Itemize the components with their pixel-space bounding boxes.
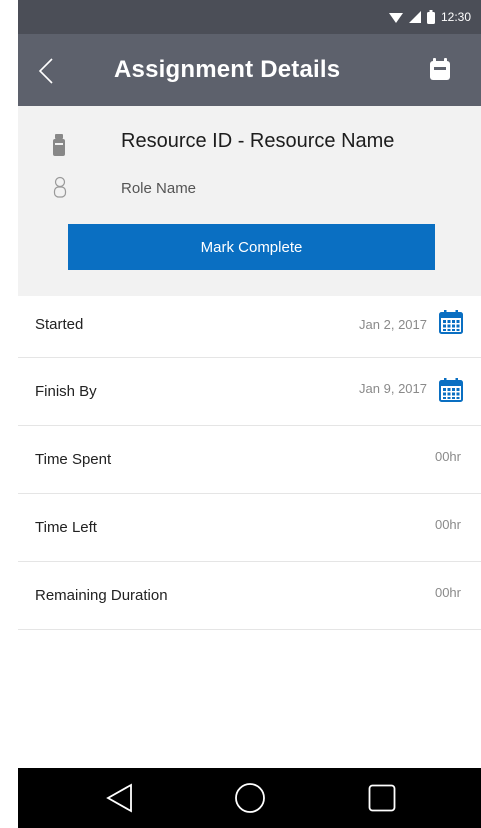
resource-name: Resource ID - Resource Name [121, 130, 395, 152]
signal-icon [408, 11, 421, 23]
chevron-left-icon[interactable] [32, 54, 62, 88]
nav-back-icon[interactable] [106, 783, 134, 813]
field-label: Time Left [35, 519, 97, 536]
status-bar: 12:30 [18, 0, 481, 34]
nav-home-icon[interactable] [234, 782, 266, 814]
field-label: Finish By [35, 383, 97, 400]
person-icon [53, 176, 67, 198]
battery-icon [426, 10, 435, 24]
field-label: Started [35, 316, 84, 333]
field-row-started: Started Jan 2, 2017 [18, 296, 481, 358]
mark-complete-button[interactable]: Mark Complete [68, 224, 435, 270]
status-time: 12:30 [440, 10, 471, 24]
calendar-icon[interactable] [439, 378, 463, 402]
page-title: Assignment Details [114, 56, 341, 83]
field-label: Remaining Duration [35, 587, 168, 604]
field-value: 00hr [434, 449, 461, 464]
field-value: 00hr [434, 585, 461, 600]
field-row-time-spent: Time Spent 00hr [18, 426, 481, 494]
field-row-finish-by: Finish By Jan 9, 2017 [18, 358, 481, 426]
app-bar: Assignment Details [18, 34, 481, 106]
field-value: Jan 2, 2017 [359, 317, 427, 332]
nav-recents-icon[interactable] [368, 784, 396, 812]
save-icon[interactable] [429, 58, 451, 82]
calendar-icon[interactable] [439, 310, 463, 334]
assignment-header: Resource ID - Resource Name Role Name Ma… [18, 106, 481, 296]
field-label: Time Spent [35, 451, 112, 468]
resource-icon [53, 134, 65, 156]
field-row-remaining-duration: Remaining Duration 00hr [18, 562, 481, 630]
field-value: Jan 9, 2017 [359, 381, 427, 396]
role-name: Role Name [121, 180, 197, 197]
assignment-fields: Started Jan 2, 2017 Finish By Jan 9, 201… [18, 296, 481, 630]
system-nav-bar [18, 768, 481, 828]
wifi-icon [388, 12, 403, 23]
field-row-time-left: Time Left 00hr [18, 494, 481, 562]
field-value: 00hr [434, 517, 461, 532]
